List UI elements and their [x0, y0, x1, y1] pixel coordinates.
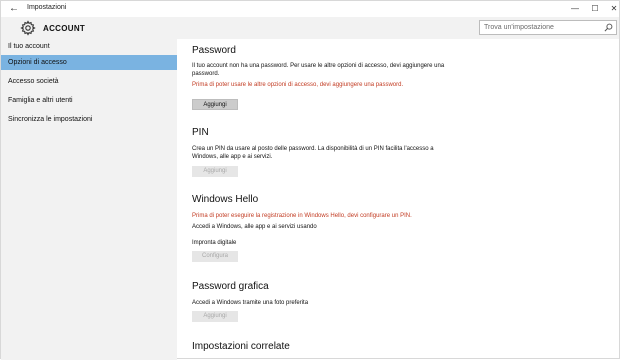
pin-description: Crea un PIN da usare al posto delle pass…	[192, 146, 434, 160]
search-icon	[604, 23, 613, 32]
add-pin-button[interactable]: Aggiungi	[192, 166, 238, 177]
sidebar-item-sincronizza[interactable]: Sincronizza le impostazioni	[1, 112, 177, 127]
windows-hello-description: Accedi a Windows, alle app e ai servizi …	[192, 224, 317, 230]
windows-hello-warning: Prima di poter eseguire la registrazione…	[192, 213, 412, 219]
back-arrow-icon[interactable]: ←	[7, 2, 21, 16]
page-title: ACCOUNT	[43, 24, 86, 33]
minimize-button[interactable]: —	[565, 1, 585, 17]
password-warning: Prima di poter usare le altre opzioni di…	[192, 82, 404, 88]
password-heading: Password	[192, 45, 236, 56]
pin-heading: PIN	[192, 127, 209, 138]
search-input[interactable]: Trova un'impostazione	[479, 20, 617, 35]
picture-password-description: Accedi a Windows tramite una foto prefer…	[192, 300, 309, 306]
search-placeholder: Trova un'impostazione	[484, 24, 554, 31]
configure-fingerprint-button[interactable]: Configura	[192, 251, 238, 262]
sidebar: Il tuo account Opzioni di accesso Access…	[1, 39, 177, 360]
maximize-button[interactable]: ☐	[585, 1, 605, 17]
fingerprint-label: Impronta digitale	[192, 240, 237, 246]
title-bar: ← Impostazioni — ☐ ✕	[1, 1, 619, 17]
main-content: Password Il tuo account non ha una passw…	[177, 39, 620, 360]
password-description: Il tuo account non ha una password. Per …	[192, 63, 445, 77]
picture-password-heading: Password grafica	[192, 281, 269, 292]
add-picture-password-button[interactable]: Aggiungi	[192, 311, 238, 322]
add-password-button[interactable]: Aggiungi	[192, 99, 238, 110]
sidebar-item-famiglia[interactable]: Famiglia e altri utenti	[1, 93, 177, 108]
sidebar-item-accesso-societa[interactable]: Accesso società	[1, 74, 177, 89]
related-settings-heading: Impostazioni correlate	[192, 341, 290, 352]
settings-window: ← Impostazioni — ☐ ✕ ACCOUNT Trova un'im…	[0, 0, 620, 360]
gear-icon	[20, 20, 36, 36]
sidebar-item-il-tuo-account[interactable]: Il tuo account	[1, 39, 177, 54]
windows-hello-heading: Windows Hello	[192, 194, 259, 205]
close-button[interactable]: ✕	[604, 1, 620, 17]
window-title: Impostazioni	[27, 4, 67, 11]
sidebar-item-opzioni-di-accesso[interactable]: Opzioni di accesso	[1, 55, 177, 70]
